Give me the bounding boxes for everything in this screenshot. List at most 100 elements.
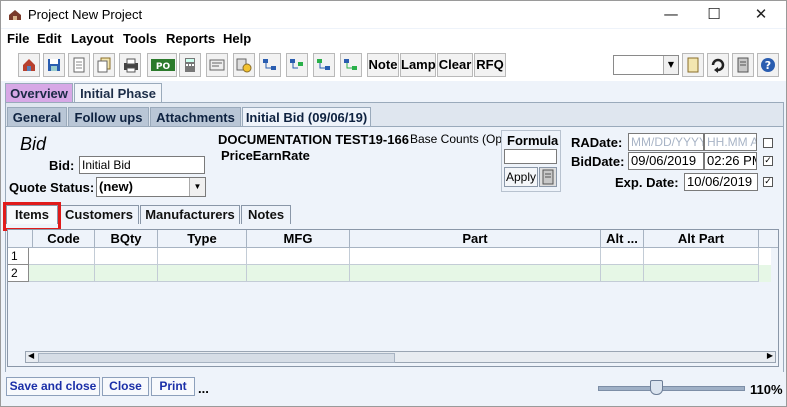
formula-label: Formula <box>507 133 559 148</box>
tab-manufacturers[interactable]: Manufacturers <box>140 205 240 224</box>
tab-notes[interactable]: Notes <box>241 205 291 224</box>
tree-icon[interactable] <box>233 53 255 77</box>
zoom-level: 110% <box>750 382 783 397</box>
table-cell[interactable] <box>158 265 247 282</box>
tab-overview[interactable]: Overview <box>5 83 73 102</box>
calculator-icon[interactable] <box>179 53 201 77</box>
toolbar-combo[interactable]: ▼ <box>613 55 679 75</box>
column-header-mfg[interactable]: MFG <box>247 230 350 248</box>
maximize-button[interactable]: ☐ <box>694 4 734 26</box>
menu-file[interactable]: File <box>7 31 29 46</box>
column-header-bqty[interactable]: BQty <box>95 230 158 248</box>
apply-button[interactable]: Apply <box>504 167 538 187</box>
column-header-extra <box>759 230 778 248</box>
document-icon[interactable] <box>68 53 90 77</box>
menu-reports[interactable]: Reports <box>166 31 215 46</box>
quote-status-label: Quote Status: <box>9 180 95 195</box>
print-button[interactable]: Print <box>151 377 195 396</box>
notepad-icon[interactable] <box>732 53 754 77</box>
minimize-button[interactable]: — <box>651 4 691 26</box>
table-cell[interactable] <box>350 248 601 265</box>
notepad-icon[interactable] <box>539 167 557 187</box>
radate-field[interactable]: MM/DD/YYYY <box>628 133 704 151</box>
bid-heading: Bid <box>20 134 47 154</box>
note-button[interactable]: Note <box>367 53 399 77</box>
table-cell[interactable] <box>247 248 350 265</box>
print-icon[interactable] <box>119 53 141 77</box>
expdate-checkbox[interactable]: ✓ <box>763 177 773 187</box>
zoom-slider-handle[interactable] <box>650 380 663 395</box>
items-tab-highlight <box>3 202 61 231</box>
table-cell[interactable] <box>247 265 350 282</box>
expdate-label: Exp. Date: <box>615 175 679 190</box>
radate-time-field[interactable]: HH.MM A <box>704 133 757 151</box>
scrollbar-thumb[interactable] <box>38 353 395 363</box>
quote-status-select[interactable]: (new) ▼ <box>96 177 206 197</box>
document-lookup-icon[interactable] <box>682 53 704 77</box>
table-cell[interactable] <box>95 248 158 265</box>
column-header-code[interactable]: Code <box>33 230 95 248</box>
items-table: Code BQty Type MFG Part Alt ... Alt Part… <box>7 229 779 367</box>
tab-general[interactable]: General <box>7 107 67 126</box>
table-cell[interactable] <box>601 265 644 282</box>
lamp-button[interactable]: Lamp <box>400 53 436 77</box>
bottom-bar: Save and close Close Print ... 110% <box>1 372 786 406</box>
menu-bar: File Edit Layout Tools Reports Help <box>1 29 786 49</box>
flow-icon[interactable] <box>259 53 281 77</box>
company-icon[interactable] <box>18 53 40 77</box>
tab-attachments[interactable]: Attachments <box>150 107 241 126</box>
save-icon[interactable] <box>43 53 65 77</box>
table-cell[interactable] <box>29 265 95 282</box>
title-bar: Project New Project — ☐ ✕ <box>1 1 786 28</box>
more-ellipsis[interactable]: ... <box>198 381 209 396</box>
column-header-alt[interactable]: Alt ... <box>601 230 644 248</box>
biddate-checkbox[interactable]: ✓ <box>763 156 773 166</box>
flow4-icon[interactable] <box>340 53 362 77</box>
flow2-icon[interactable] <box>286 53 308 77</box>
menu-tools[interactable]: Tools <box>123 31 157 46</box>
column-header-alt-part[interactable]: Alt Part <box>644 230 759 248</box>
table-cell[interactable] <box>158 248 247 265</box>
card-icon[interactable] <box>206 53 228 77</box>
table-row[interactable]: 2 <box>8 265 771 282</box>
rfq-button[interactable]: RFQ <box>474 53 506 77</box>
menu-help[interactable]: Help <box>223 31 251 46</box>
close-window-button[interactable]: ✕ <box>741 4 781 26</box>
save-and-close-button[interactable]: Save and close <box>6 377 100 396</box>
tab-customers[interactable]: Customers <box>59 205 139 224</box>
formula-field[interactable] <box>504 149 557 164</box>
tab-initial-bid[interactable]: Initial Bid (09/06/19) <box>242 107 371 126</box>
refresh-icon[interactable] <box>707 53 729 77</box>
menu-edit[interactable]: Edit <box>37 31 62 46</box>
help-icon[interactable]: ? <box>757 53 779 77</box>
horizontal-scrollbar[interactable]: ◀ ▶ <box>25 351 776 363</box>
copy-document-icon[interactable] <box>93 53 115 77</box>
biddate-field[interactable]: 09/06/2019 <box>628 152 704 170</box>
flow3-icon[interactable] <box>313 53 335 77</box>
table-row[interactable]: 1 <box>8 248 771 265</box>
tab-initial-phase[interactable]: Initial Phase <box>74 83 162 102</box>
bid-name-field[interactable]: Initial Bid <box>79 156 205 174</box>
chevron-down-icon[interactable]: ▼ <box>189 178 205 196</box>
zoom-slider[interactable] <box>598 386 745 391</box>
column-header-part[interactable]: Part <box>350 230 601 248</box>
table-cell[interactable] <box>644 265 759 282</box>
table-cell[interactable] <box>350 265 601 282</box>
biddate-time-field[interactable]: 02:26 PM <box>704 152 757 170</box>
tab-follow-ups[interactable]: Follow ups <box>68 107 149 126</box>
table-cell[interactable] <box>601 248 644 265</box>
expdate-field[interactable]: 10/06/2019 <box>684 173 758 191</box>
window-title: Project New Project <box>28 7 143 22</box>
scroll-right-icon[interactable]: ▶ <box>767 351 773 360</box>
clear-button[interactable]: Clear <box>437 53 473 77</box>
scroll-left-icon[interactable]: ◀ <box>28 351 34 360</box>
close-button[interactable]: Close <box>102 377 149 396</box>
table-cell[interactable] <box>644 248 759 265</box>
po-icon[interactable]: PO <box>147 53 177 77</box>
column-header-type[interactable]: Type <box>158 230 247 248</box>
menu-layout[interactable]: Layout <box>71 31 114 46</box>
table-cell[interactable] <box>95 265 158 282</box>
table-cell[interactable] <box>29 248 95 265</box>
row-number: 1 <box>8 248 29 265</box>
radate-checkbox[interactable] <box>763 138 773 148</box>
